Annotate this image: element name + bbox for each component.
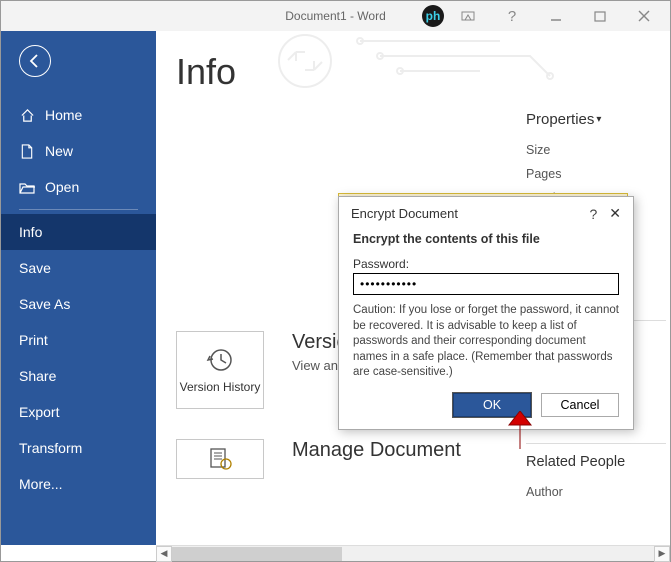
scroll-left-icon[interactable]: ◀ (156, 546, 172, 562)
sidebar-divider (19, 209, 138, 210)
sidebar-item-print[interactable]: Print (1, 322, 156, 358)
titlebar-controls: ph ? (422, 2, 664, 30)
sidebar-label: Save As (19, 296, 70, 312)
cancel-button[interactable]: Cancel (541, 393, 619, 417)
sidebar-label: More... (19, 476, 63, 492)
sidebar-item-more[interactable]: More... (1, 466, 156, 502)
body: Home New Open Info Save Save As Print Sh… (1, 31, 670, 545)
history-icon (206, 346, 234, 374)
back-button[interactable] (19, 45, 51, 77)
help-icon[interactable]: ? (492, 2, 532, 30)
backstage-sidebar: Home New Open Info Save Save As Print Sh… (1, 31, 156, 545)
scroll-track[interactable] (172, 546, 654, 562)
dialog-title: Encrypt Document (351, 206, 458, 221)
sidebar-label: Info (19, 224, 42, 240)
horizontal-scrollbar[interactable]: ◀ ▶ (156, 545, 670, 561)
sidebar-label: Export (19, 404, 59, 420)
dialog-caution: Caution: If you lose or forget the passw… (353, 303, 619, 381)
properties-heading[interactable]: Properties ▾ (526, 111, 666, 128)
manage-document-text: Manage Document (292, 439, 461, 466)
scroll-right-icon[interactable]: ▶ (654, 546, 670, 562)
dialog-titlebar: Encrypt Document ? ✕ (339, 197, 633, 228)
password-input[interactable] (353, 273, 619, 295)
titlebar: Document1 - Word ph ? (1, 1, 670, 31)
chevron-down-icon: ▾ (596, 114, 601, 125)
ok-button[interactable]: OK (453, 393, 531, 417)
app-logo-icon: ph (422, 5, 444, 27)
divider (526, 443, 666, 444)
app-window: Document1 - Word ph ? Home New (0, 0, 671, 562)
sidebar-label: Open (45, 179, 79, 195)
open-icon (19, 179, 35, 195)
prop-pages[interactable]: Pages (526, 162, 666, 186)
manage-doc-icon (207, 447, 233, 471)
window-title: Document1 - Word (285, 9, 385, 23)
sidebar-item-save[interactable]: Save (1, 250, 156, 286)
password-label: Password: (353, 257, 409, 271)
sidebar-item-saveas[interactable]: Save As (1, 286, 156, 322)
sidebar-item-new[interactable]: New (1, 133, 156, 169)
encrypt-document-dialog: Encrypt Document ? ✕ Encrypt the content… (338, 196, 634, 430)
sidebar-item-share[interactable]: Share (1, 358, 156, 394)
sidebar-item-open[interactable]: Open (1, 169, 156, 205)
sidebar-label: Print (19, 332, 48, 348)
version-history-button[interactable]: Version History (176, 331, 264, 409)
maximize-icon[interactable] (580, 2, 620, 30)
prop-size[interactable]: Size (526, 138, 666, 162)
ribbon-display-icon[interactable] (448, 2, 488, 30)
sidebar-label: Save (19, 260, 51, 276)
sidebar-label: New (45, 143, 73, 159)
sidebar-item-export[interactable]: Export (1, 394, 156, 430)
dialog-close-icon[interactable]: ✕ (607, 205, 623, 222)
sidebar-item-info[interactable]: Info (1, 214, 156, 250)
sidebar-label: Share (19, 368, 56, 384)
manage-document-button[interactable] (176, 439, 264, 479)
main-panel: Info Version History Version History Vie… (156, 31, 670, 545)
sidebar-label: Transform (19, 440, 82, 456)
minimize-icon[interactable] (536, 2, 576, 30)
prop-author[interactable]: Author (526, 480, 666, 504)
new-icon (19, 143, 35, 159)
dialog-help-icon[interactable]: ? (579, 206, 607, 222)
dialog-body: Encrypt the contents of this file Passwo… (339, 228, 633, 393)
sidebar-item-transform[interactable]: Transform (1, 430, 156, 466)
dialog-buttons: OK Cancel (339, 393, 633, 429)
manage-document-section: Manage Document (176, 439, 526, 479)
home-icon (19, 107, 35, 123)
related-people-heading: Related People (526, 454, 666, 470)
dialog-subtitle: Encrypt the contents of this file (353, 232, 619, 246)
scroll-thumb[interactable] (172, 547, 342, 561)
close-icon[interactable] (624, 2, 664, 30)
sidebar-item-home[interactable]: Home (1, 97, 156, 133)
page-title: Info (156, 31, 670, 111)
sidebar-label: Home (45, 107, 82, 123)
